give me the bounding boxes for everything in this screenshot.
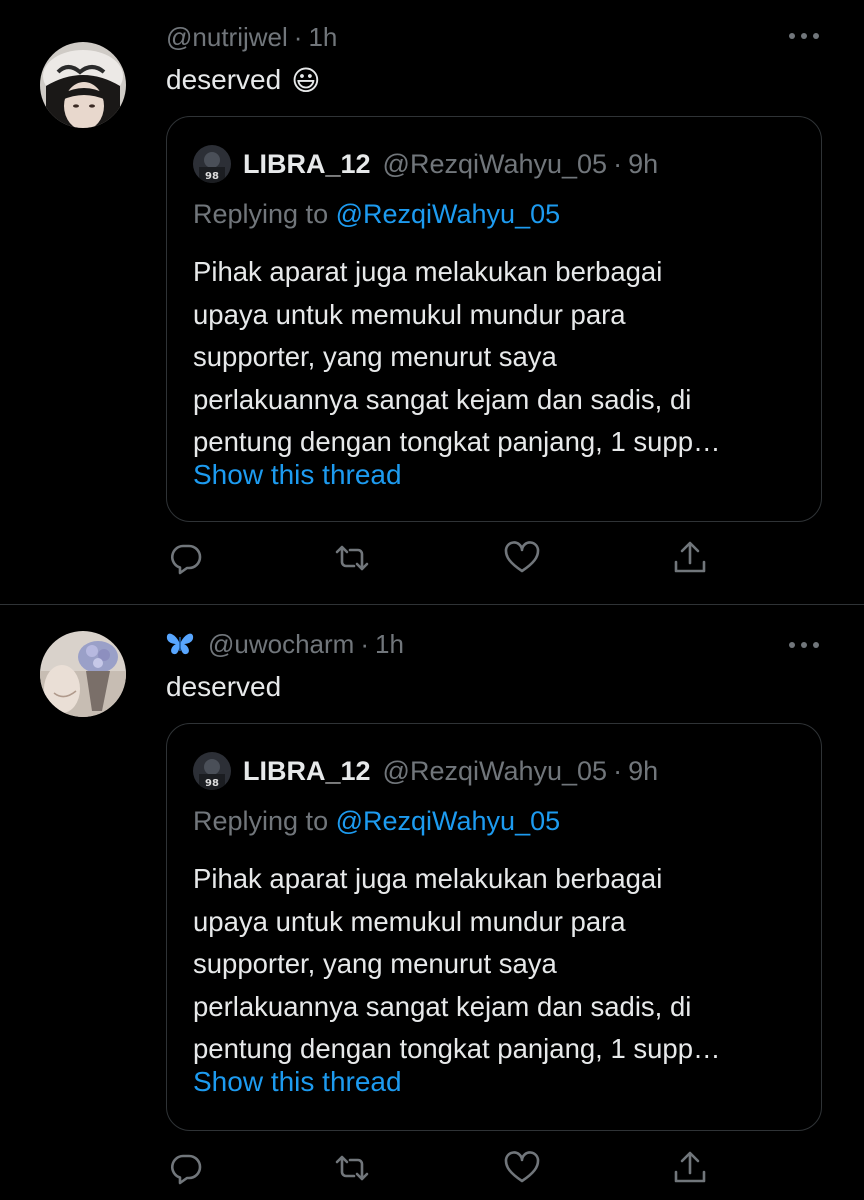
replying-to-prefix: Replying to bbox=[193, 199, 329, 229]
quoted-avatar: 98 bbox=[193, 752, 231, 790]
tweet[interactable]: @nutrijwel · 1h deserved 😃 98 LIBRA_12 @… bbox=[0, 0, 864, 604]
quoted-tweet-text: Pihak aparat juga melakukan berbagai upa… bbox=[193, 863, 721, 1064]
timestamp[interactable]: 1h bbox=[375, 629, 404, 660]
separator: · bbox=[293, 21, 303, 52]
replying-to: Replying to @RezqiWahyu_05 bbox=[193, 199, 560, 230]
share-icon[interactable] bbox=[670, 538, 710, 578]
quoted-tweet[interactable]: 98 LIBRA_12 @RezqiWahyu_05 · 9h Replying… bbox=[166, 723, 822, 1131]
tweet-header: @uwocharm · 1h bbox=[166, 627, 404, 661]
tweet-actions bbox=[166, 538, 726, 582]
show-thread-link[interactable]: Show this thread bbox=[193, 459, 402, 491]
avatar[interactable] bbox=[40, 42, 126, 128]
smiley-emoji: 😃 bbox=[291, 63, 321, 97]
separator: · bbox=[613, 755, 623, 786]
quoted-display-name: LIBRA_12 bbox=[243, 755, 371, 786]
retweet-icon[interactable] bbox=[332, 538, 372, 578]
tweet-text-content: deserved bbox=[166, 64, 282, 95]
separator: · bbox=[360, 628, 369, 659]
quoted-handle: @RezqiWahyu_05 bbox=[382, 755, 608, 786]
quoted-tweet-text: Pihak aparat juga melakukan berbagai upa… bbox=[193, 256, 721, 457]
tweet-text: deserved bbox=[166, 667, 281, 707]
share-icon[interactable] bbox=[670, 1148, 710, 1188]
quoted-timestamp: 9h bbox=[628, 755, 659, 786]
show-thread-link[interactable]: Show this thread bbox=[193, 1066, 402, 1098]
quoted-avatar: 98 bbox=[193, 145, 231, 183]
tweet-text-content: deserved bbox=[166, 671, 282, 702]
tweet[interactable]: @uwocharm · 1h deserved 98 LIBRA_12 @Rez… bbox=[0, 605, 864, 1200]
more-options-icon[interactable] bbox=[784, 635, 824, 655]
tweet-header: @nutrijwel · 1h bbox=[166, 20, 337, 54]
user-handle[interactable]: @uwocharm bbox=[208, 629, 354, 660]
reply-icon[interactable] bbox=[166, 538, 206, 578]
quoted-tweet[interactable]: 98 LIBRA_12 @RezqiWahyu_05 · 9h Replying… bbox=[166, 116, 822, 522]
quoted-handle: @RezqiWahyu_05 bbox=[382, 148, 608, 179]
like-icon[interactable] bbox=[502, 538, 542, 578]
quoted-tweet-header: 98 LIBRA_12 @RezqiWahyu_05 · 9h bbox=[193, 145, 658, 183]
avatar[interactable] bbox=[40, 631, 126, 717]
replying-to-prefix: Replying to bbox=[193, 806, 329, 836]
svg-text:98: 98 bbox=[205, 778, 219, 789]
quoted-display-name: LIBRA_12 bbox=[243, 148, 371, 179]
retweet-icon[interactable] bbox=[332, 1148, 372, 1188]
replying-to-mention[interactable]: @RezqiWahyu_05 bbox=[336, 199, 561, 229]
svg-text:98: 98 bbox=[205, 171, 219, 182]
tweet-actions bbox=[166, 1148, 726, 1192]
reply-icon[interactable] bbox=[166, 1148, 206, 1188]
more-options-icon[interactable] bbox=[784, 26, 824, 46]
butterfly-icon bbox=[166, 631, 194, 657]
user-handle[interactable]: @nutrijwel bbox=[166, 22, 288, 53]
like-icon[interactable] bbox=[502, 1148, 542, 1188]
replying-to: Replying to @RezqiWahyu_05 bbox=[193, 806, 560, 837]
tweet-text: deserved 😃 bbox=[166, 60, 320, 100]
timestamp[interactable]: 1h bbox=[308, 22, 337, 53]
quoted-timestamp: 9h bbox=[628, 148, 659, 179]
separator: · bbox=[613, 148, 623, 179]
quoted-tweet-header: 98 LIBRA_12 @RezqiWahyu_05 · 9h bbox=[193, 752, 658, 790]
replying-to-mention[interactable]: @RezqiWahyu_05 bbox=[336, 806, 561, 836]
